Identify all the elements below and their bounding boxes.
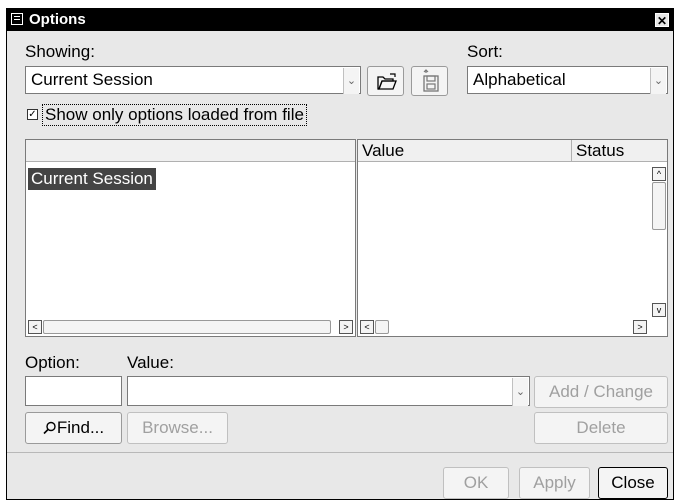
save-disk-icon — [423, 69, 439, 92]
close-window-icon[interactable]: ✕ — [655, 13, 669, 28]
chevron-down-icon[interactable]: ⌄ — [512, 378, 528, 406]
options-tree[interactable]: Current Session < > — [25, 139, 356, 337]
find-button[interactable]: Find... — [25, 412, 122, 444]
window-title: Options — [29, 11, 86, 28]
ok-button[interactable]: OK — [443, 467, 509, 499]
browse-button[interactable]: Browse... — [127, 412, 228, 444]
scroll-left-icon[interactable]: < — [360, 320, 374, 334]
close-button[interactable]: Close — [598, 467, 668, 499]
column-value[interactable]: Value — [358, 140, 572, 162]
scroll-right-icon[interactable]: > — [339, 320, 353, 334]
sort-value: Alphabetical — [473, 70, 566, 89]
options-table[interactable]: Value Status ^ v < > — [357, 139, 668, 337]
system-menu-icon[interactable] — [11, 13, 23, 25]
scroll-down-icon[interactable]: v — [652, 303, 666, 317]
chevron-down-icon[interactable]: ⌄ — [343, 68, 359, 94]
scroll-up-icon[interactable]: ^ — [652, 167, 666, 181]
title-bar[interactable]: Options ✕ — [7, 9, 673, 31]
magnifier-icon — [43, 421, 56, 435]
table-hscroll-thumb[interactable] — [375, 320, 389, 334]
tree-hscroll-thumb[interactable] — [43, 320, 331, 334]
option-label: Option: — [25, 353, 80, 372]
add-change-button[interactable]: Add / Change — [534, 376, 668, 408]
showing-label: Showing: — [25, 42, 95, 61]
value-input[interactable]: ⌄ — [127, 376, 530, 406]
apply-button[interactable]: Apply — [519, 467, 590, 499]
open-folder-icon — [377, 73, 397, 90]
scroll-right-icon[interactable]: > — [633, 320, 647, 334]
showing-select[interactable]: Current Session ⌄ — [25, 66, 361, 94]
find-button-label: Find... — [56, 418, 105, 437]
tree-item-current-session[interactable]: Current Session — [28, 168, 156, 190]
delete-button[interactable]: Delete — [534, 412, 668, 444]
tree-header — [26, 140, 355, 162]
options-dialog: Options ✕ Showing: Current Session ⌄ Sor… — [6, 8, 674, 500]
save-file-button[interactable] — [411, 66, 448, 96]
sort-label: Sort: — [467, 42, 503, 61]
option-input[interactable] — [25, 376, 122, 406]
column-status[interactable]: Status — [572, 140, 667, 162]
chevron-down-icon[interactable]: ⌄ — [650, 68, 666, 94]
show-only-label[interactable]: Show only options loaded from file — [42, 104, 307, 126]
scroll-left-icon[interactable]: < — [28, 320, 42, 334]
value-label: Value: — [127, 353, 174, 372]
show-only-checkbox[interactable]: ✓ — [27, 109, 38, 120]
showing-value: Current Session — [31, 70, 153, 89]
footer-divider — [7, 452, 673, 453]
table-vscroll-thumb[interactable] — [652, 182, 666, 230]
open-file-button[interactable] — [367, 66, 404, 96]
sort-select[interactable]: Alphabetical ⌄ — [467, 66, 668, 94]
